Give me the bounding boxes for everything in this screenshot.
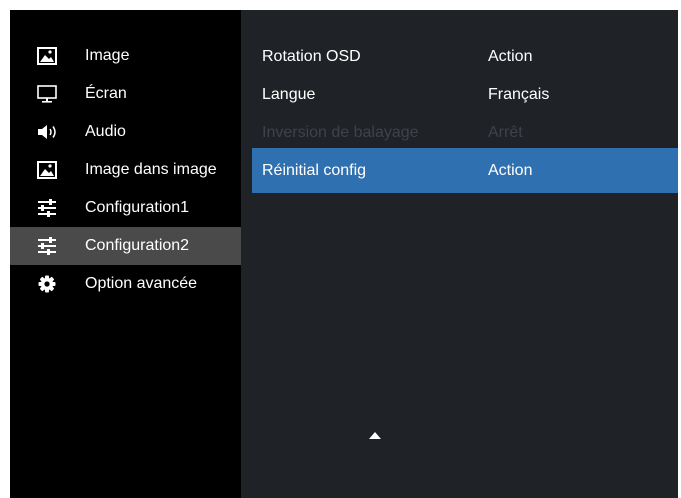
sidebar-item-configuration2[interactable]: Configuration2	[10, 227, 241, 265]
sidebar-item-image-dans-image[interactable]: Image dans image	[10, 151, 241, 189]
sidebar-item-label: Configuration1	[85, 199, 190, 216]
monitor-icon	[36, 85, 58, 103]
sidebar-item-label: Image	[85, 47, 130, 64]
sidebar-item-configuration1[interactable]: Configuration1	[10, 189, 241, 227]
sidebar-item-label: Écran	[85, 85, 127, 102]
sidebar-item-option-avancee[interactable]: Option avancée	[10, 265, 241, 303]
sidebar-item-label: Configuration2	[85, 237, 190, 254]
picture-icon	[36, 161, 58, 179]
category-sidebar: Image Écran Audio Image dans image Confi	[10, 10, 241, 498]
sidebar-item-ecran[interactable]: Écran	[10, 75, 241, 113]
sidebar-item-image[interactable]: Image	[10, 37, 241, 75]
sliders-icon	[36, 199, 58, 217]
sidebar-item-label: Audio	[85, 123, 126, 140]
setting-value: Action	[488, 162, 533, 179]
gear-icon	[36, 275, 58, 293]
sidebar-item-audio[interactable]: Audio	[10, 113, 241, 151]
sliders-icon	[36, 237, 58, 255]
setting-label: Réinitial config	[262, 162, 367, 179]
scroll-up-arrow-icon[interactable]	[368, 428, 382, 439]
sidebar-item-label: Option avancée	[85, 275, 198, 292]
sidebar-item-label: Image dans image	[85, 161, 217, 178]
setting-row-reinitial-config[interactable]: Réinitial config Action	[252, 148, 678, 193]
speaker-icon	[36, 123, 58, 141]
settings-panel: Rotation OSD Action Langue Français Inve…	[241, 10, 678, 498]
picture-icon	[36, 47, 58, 65]
osd-menu: Image Écran Audio Image dans image Confi	[10, 10, 678, 498]
